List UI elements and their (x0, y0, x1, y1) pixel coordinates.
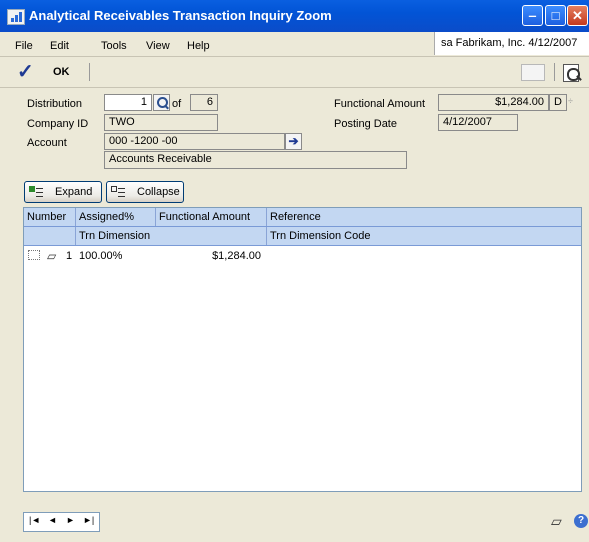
distribution-grid[interactable]: Number Assigned% Functional Amount Refer… (23, 207, 582, 492)
maximize-button[interactable]: □ (545, 5, 566, 26)
app-icon (7, 9, 25, 25)
row-functional-amount: $1,284.00 (212, 250, 261, 262)
expand-icon (29, 186, 43, 198)
close-button[interactable]: ✕ (567, 5, 588, 26)
column-header-number[interactable]: Number (24, 208, 76, 226)
menu-view[interactable]: View (146, 40, 170, 52)
menu-file[interactable]: File (15, 40, 33, 52)
window-title: Analytical Receivables Transaction Inqui… (29, 8, 332, 23)
collapse-button[interactable]: Collapse (106, 181, 184, 203)
column-header-reference[interactable]: Reference (267, 208, 581, 226)
column-header-trn-dimension[interactable]: Trn Dimension (76, 227, 267, 245)
grid-header-row-1: Number Assigned% Functional Amount Refer… (24, 208, 581, 227)
lookup-icon[interactable] (153, 94, 170, 111)
company-id-label: Company ID (27, 118, 89, 130)
note-icon[interactable] (521, 64, 545, 81)
next-record-button[interactable]: ► (66, 515, 75, 525)
arrow-right-icon[interactable]: ➔ (285, 133, 302, 150)
minimize-button[interactable]: ‒ (522, 5, 543, 26)
column-header-spacer (24, 227, 76, 245)
close-icon: ✕ (572, 8, 583, 23)
functional-amount-label: Functional Amount (334, 98, 426, 110)
expand-button[interactable]: Expand (24, 181, 102, 203)
user-info: sa Fabrikam, Inc. 4/12/2007 (434, 32, 589, 55)
distribution-label: Distribution (27, 98, 83, 110)
column-header-functional-amount[interactable]: Functional Amount (156, 208, 267, 226)
first-record-button[interactable]: |◄ (29, 515, 40, 525)
note-icon[interactable]: ▱ (551, 513, 562, 530)
last-record-button[interactable]: ►| (83, 515, 94, 525)
spinner-icon: ÷ (568, 96, 573, 106)
posting-date-label: Posting Date (334, 118, 397, 130)
column-header-assigned-pct[interactable]: Assigned% (76, 208, 156, 226)
checkmark-icon: ✓ (17, 61, 34, 83)
posting-date-field: 4/12/2007 (438, 114, 518, 131)
toolbar: ✓ OK (0, 57, 589, 88)
toolbar-separator (554, 63, 555, 81)
note-icon: ▱ (47, 249, 57, 263)
menu-help[interactable]: Help (187, 40, 210, 52)
row-number: 1 (66, 250, 73, 262)
column-header-trn-dimension-code[interactable]: Trn Dimension Code (267, 227, 581, 245)
expand-label: Expand (55, 186, 93, 198)
grid-header-row-2: Trn Dimension Trn Dimension Code (24, 227, 581, 246)
account-field: 000 -1200 -00 (104, 133, 285, 150)
title-bar: Analytical Receivables Transaction Inqui… (0, 0, 589, 32)
of-label: of (172, 98, 182, 110)
company-id-field: TWO (104, 114, 218, 131)
collapse-icon (111, 186, 125, 198)
maximize-icon: □ (551, 8, 560, 23)
row-assigned-pct: 100.00% (79, 250, 123, 262)
menu-edit[interactable]: Edit (50, 40, 69, 52)
collapse-label: Collapse (137, 186, 180, 198)
distribution-number-field[interactable]: 1 (104, 94, 152, 111)
ok-label: OK (53, 66, 70, 78)
distribution-total-field: 6 (190, 94, 218, 111)
previous-record-button[interactable]: ◄ (48, 515, 57, 525)
menu-tools[interactable]: Tools (101, 40, 127, 52)
tree-expand-icon[interactable] (28, 250, 40, 260)
print-icon[interactable] (561, 61, 583, 83)
inquiry-zoom-window: Analytical Receivables Transaction Inqui… (0, 0, 589, 542)
account-description-field: Accounts Receivable (104, 151, 407, 169)
account-label: Account (27, 137, 67, 149)
record-navigation: |◄ ◄ ► ►| (23, 512, 100, 532)
table-row[interactable]: ▱ 1 100.00% $1,284.00 (24, 248, 581, 264)
help-icon[interactable]: ? (574, 514, 588, 528)
minimize-icon: ‒ (528, 8, 537, 23)
toolbar-separator (89, 63, 90, 81)
functional-amount-field: $1,284.00 (438, 94, 549, 111)
debit-credit-field: D (549, 94, 567, 111)
